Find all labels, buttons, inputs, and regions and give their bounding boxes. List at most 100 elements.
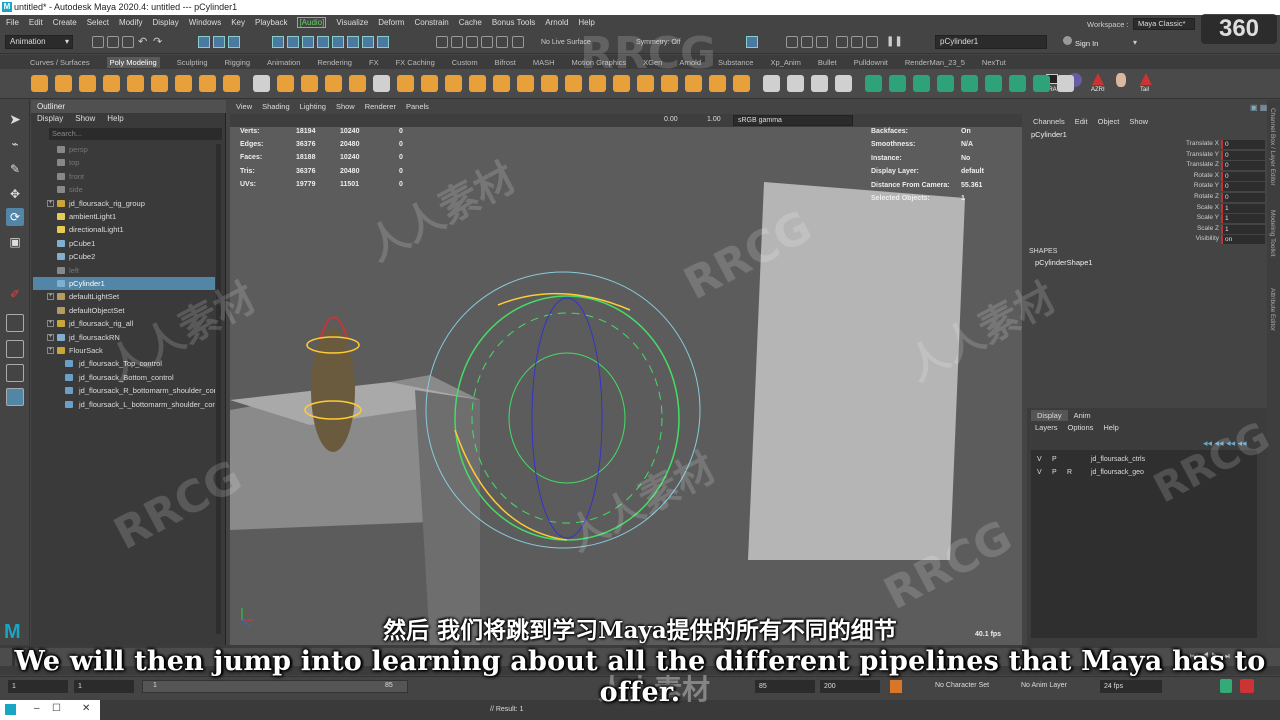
outliner-item[interactable]: pCube1 xyxy=(33,237,215,250)
menu-key[interactable]: Key xyxy=(231,18,245,27)
shelf-tool-icon[interactable] xyxy=(865,75,882,92)
side-tab[interactable]: Attribute Editor xyxy=(1269,288,1276,331)
channel-menu-edit[interactable]: Edit xyxy=(1075,117,1088,127)
layer-name[interactable]: jd_floursack_ctrls xyxy=(1091,456,1145,463)
select-tool-icon[interactable]: ➤ xyxy=(6,110,24,128)
channel-attr-value[interactable]: 0 xyxy=(1221,150,1265,160)
select-hierarchy-icon[interactable] xyxy=(198,36,210,48)
workspace-dropdown[interactable]: Maya Classic* xyxy=(1133,18,1195,30)
shelf-tool-icon[interactable] xyxy=(541,75,558,92)
outliner-item[interactable]: directionalLight1 xyxy=(33,223,215,236)
channel-attr-value[interactable]: 1 xyxy=(1221,214,1265,224)
outliner-search-input[interactable]: Search... xyxy=(49,128,222,140)
menu-select[interactable]: Select xyxy=(87,18,109,27)
layer-playback-toggle[interactable]: P xyxy=(1052,456,1057,463)
snap-edge-icon[interactable] xyxy=(362,36,374,48)
snap-view-icon[interactable] xyxy=(317,36,329,48)
channel-attr-value[interactable]: 0 xyxy=(1221,182,1265,192)
input-ops-icon[interactable] xyxy=(466,36,478,48)
snap-grid-icon[interactable] xyxy=(272,36,284,48)
hypershade-icon[interactable] xyxy=(836,36,848,48)
menu-windows[interactable]: Windows xyxy=(189,18,221,27)
layer-visibility-toggle[interactable]: V xyxy=(1037,456,1042,463)
select-component-icon[interactable] xyxy=(228,36,240,48)
sign-in-button[interactable]: Sign In xyxy=(1075,39,1098,48)
last-tool-icon[interactable]: ✐ xyxy=(6,285,24,303)
channel-menu-channels[interactable]: Channels xyxy=(1033,117,1065,127)
shelf-tool-icon[interactable] xyxy=(787,75,804,92)
shelf-tool-icon[interactable] xyxy=(55,75,72,92)
shelf-tool-icon[interactable] xyxy=(469,75,486,92)
magnet-icon[interactable] xyxy=(512,36,524,48)
channel-attr-value[interactable]: on xyxy=(1221,235,1265,245)
four-view-icon[interactable] xyxy=(6,340,24,358)
character-icon[interactable] xyxy=(1116,73,1126,87)
save-scene-icon[interactable] xyxy=(122,36,134,48)
snap-vertex-icon[interactable] xyxy=(347,36,359,48)
layer-playback-toggle[interactable]: P xyxy=(1052,469,1057,476)
channel-attr-label[interactable]: Scale Y xyxy=(1119,214,1219,221)
shelf-tab-substance[interactable]: Substance xyxy=(718,58,753,67)
shelf-tab-custom[interactable]: Custom xyxy=(452,58,478,67)
shelf-tool-icon[interactable] xyxy=(103,75,120,92)
channel-attr-value[interactable]: 0 xyxy=(1221,171,1265,181)
outliner-item[interactable]: pCylinder1 xyxy=(33,277,215,290)
outliner-item[interactable]: ambientLight1 xyxy=(33,210,215,223)
channel-attr-label[interactable]: Translate Y xyxy=(1119,151,1219,158)
menu-file[interactable]: File xyxy=(6,18,19,27)
redo-icon[interactable]: ↷ xyxy=(153,35,162,48)
shelf-tool-icon[interactable] xyxy=(325,75,342,92)
playblast-icon[interactable] xyxy=(866,36,878,48)
render-settings-icon[interactable] xyxy=(816,36,828,48)
outliner-item[interactable]: persp xyxy=(33,143,215,156)
channel-attr-value[interactable]: 1 xyxy=(1221,224,1265,234)
menu-display[interactable]: Display xyxy=(153,18,179,27)
shelf-tool-icon[interactable] xyxy=(889,75,906,92)
shelf-tab-xp-anim[interactable]: Xp_Anim xyxy=(770,58,800,67)
shelf-tool-icon[interactable] xyxy=(493,75,510,92)
snap-point-icon[interactable] xyxy=(302,36,314,48)
outliner-item[interactable]: jd_floursack_L_bottomarm_shoulder_cor xyxy=(33,398,215,411)
shelf-tab-rigging[interactable]: Rigging xyxy=(225,58,250,67)
channel-attr-label[interactable]: Scale Z xyxy=(1119,225,1219,232)
expand-toggle-icon[interactable]: + xyxy=(47,293,54,301)
channel-attr-label[interactable]: Translate X xyxy=(1119,140,1219,147)
shelf-tab-animation[interactable]: Animation xyxy=(267,58,300,67)
shelf-tool-icon[interactable] xyxy=(1009,75,1026,92)
shelf-tool-icon[interactable] xyxy=(277,75,294,92)
shelf-tool-icon[interactable] xyxy=(253,75,270,92)
shelf-tool-icon[interactable] xyxy=(175,75,192,92)
shelf-tool-icon[interactable] xyxy=(223,75,240,92)
menu-visualize[interactable]: Visualize xyxy=(336,18,368,27)
side-by-side-icon[interactable] xyxy=(6,364,24,382)
expand-toggle-icon[interactable]: + xyxy=(47,199,54,207)
arnold-render-icon[interactable] xyxy=(851,36,863,48)
scale-tool-icon[interactable]: ▣ xyxy=(6,233,24,251)
open-scene-icon[interactable] xyxy=(107,36,119,48)
channel-attr-value[interactable]: 0 xyxy=(1221,193,1265,202)
channel-attr-label[interactable]: Visibility xyxy=(1119,235,1219,242)
menu-bonus-tools[interactable]: Bonus Tools xyxy=(492,18,535,27)
channel-attr-value[interactable]: 0 xyxy=(1221,161,1265,171)
shelf-tab-curves-surfaces[interactable]: Curves / Surfaces xyxy=(30,58,90,67)
shelf-tool-icon[interactable] xyxy=(985,75,1002,92)
menu-help[interactable]: Help xyxy=(578,18,594,27)
tail-icon[interactable] xyxy=(1140,73,1152,85)
shelf-tab-sculpting[interactable]: Sculpting xyxy=(177,58,208,67)
channel-box-icons[interactable]: ▣ ▦ xyxy=(1250,103,1267,112)
shelf-tool-icon[interactable] xyxy=(199,75,216,92)
shelf-tool-icon[interactable] xyxy=(1033,75,1050,92)
side-tab[interactable]: Modeling Toolkit xyxy=(1269,210,1276,257)
channel-attr-label[interactable]: Scale X xyxy=(1119,204,1219,211)
construction-icon[interactable] xyxy=(451,36,463,48)
outliner-item[interactable]: top xyxy=(33,156,215,169)
shelf-tab-mash[interactable]: MASH xyxy=(533,58,555,67)
layer-menu-help[interactable]: Help xyxy=(1103,423,1118,432)
shelf-tab-bullet[interactable]: Bullet xyxy=(818,58,837,67)
shelf-tool-icon[interactable] xyxy=(835,75,852,92)
render-view-icon[interactable] xyxy=(746,36,758,48)
shelf-tool-icon[interactable] xyxy=(301,75,318,92)
pause-icon[interactable]: ❚❚ xyxy=(886,36,903,47)
outliner-item[interactable]: side xyxy=(33,183,215,196)
layer-name[interactable]: jd_floursack_geo xyxy=(1091,469,1144,476)
